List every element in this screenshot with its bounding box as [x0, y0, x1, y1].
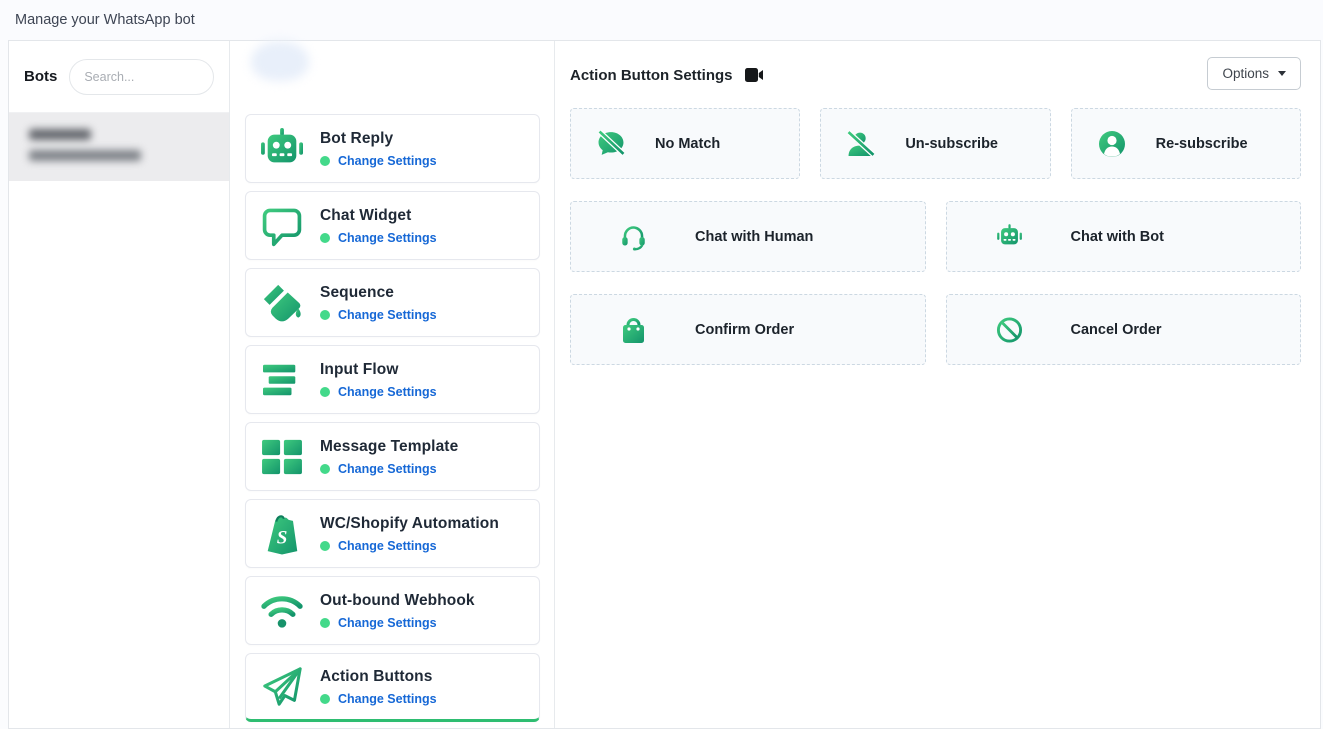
change-settings-link[interactable]: Change Settings	[338, 539, 437, 553]
robot-icon	[996, 224, 1023, 249]
options-button-label: Options	[1222, 66, 1269, 81]
change-settings-link[interactable]: Change Settings	[338, 385, 437, 399]
feature-title: Chat Widget	[320, 207, 437, 225]
feature-title: Action Buttons	[320, 668, 437, 686]
change-settings-link[interactable]: Change Settings	[338, 231, 437, 245]
feature-title: Sequence	[320, 284, 437, 302]
action-card-no-match[interactable]: No Match	[570, 108, 800, 179]
status-dot	[320, 387, 330, 397]
shopify-bag-icon: S	[257, 511, 307, 557]
action-card-confirm-order[interactable]: Confirm Order	[570, 294, 926, 365]
change-settings-link[interactable]: Change Settings	[338, 462, 437, 476]
bars-icon	[257, 357, 307, 403]
shopping-bag-icon	[620, 316, 647, 344]
feature-card-wc-shopify-automation[interactable]: S WC/Shopify Automation Change Settings	[245, 499, 540, 568]
feature-card-bot-reply[interactable]: Bot Reply Change Settings	[245, 114, 540, 183]
panel-title: Action Button Settings	[570, 67, 732, 84]
action-label: Cancel Order	[1071, 322, 1162, 338]
feature-title: Input Flow	[320, 361, 437, 379]
bot-list-item[interactable]	[9, 113, 229, 181]
main-card: Bots Bot	[8, 40, 1321, 729]
page-title: Manage your WhatsApp bot	[15, 12, 195, 28]
status-dot	[320, 694, 330, 704]
action-label: Confirm Order	[695, 322, 794, 338]
action-card-chat-with-bot[interactable]: Chat with Bot	[946, 201, 1302, 272]
feature-title: Bot Reply	[320, 130, 437, 148]
feature-card-outbound-webhook[interactable]: Out-bound Webhook Change Settings	[245, 576, 540, 645]
redacted-bot-number	[29, 150, 141, 161]
headset-icon	[620, 223, 647, 251]
feature-card-input-flow[interactable]: Input Flow Change Settings	[245, 345, 540, 414]
bot-search-input[interactable]	[69, 59, 214, 95]
action-button-settings-panel: Action Button Settings Options	[555, 41, 1320, 728]
status-dot	[320, 541, 330, 551]
options-button[interactable]: Options	[1207, 57, 1301, 90]
action-card-chat-with-human[interactable]: Chat with Human	[570, 201, 926, 272]
sidebar-header: Bots	[9, 41, 229, 113]
change-settings-link[interactable]: Change Settings	[338, 692, 437, 706]
action-card-re-subscribe[interactable]: Re-subscribe	[1071, 108, 1301, 179]
feature-title: Out-bound Webhook	[320, 592, 475, 610]
sidebar-heading: Bots	[24, 68, 57, 85]
comment-slash-icon	[596, 130, 626, 157]
feature-title: Message Template	[320, 438, 458, 456]
change-settings-link[interactable]: Change Settings	[338, 616, 437, 630]
ban-icon	[996, 316, 1023, 344]
redacted-bot-name	[29, 129, 91, 140]
fill-drip-icon	[257, 280, 307, 326]
action-label: Chat with Human	[695, 229, 813, 245]
action-label: Chat with Bot	[1071, 229, 1164, 245]
grid-squares-icon	[257, 434, 307, 480]
action-label: No Match	[655, 136, 720, 152]
chevron-down-icon	[1278, 71, 1286, 76]
video-camera-icon[interactable]	[745, 68, 763, 82]
feature-title: WC/Shopify Automation	[320, 515, 499, 533]
status-dot	[320, 156, 330, 166]
action-label: Un-subscribe	[905, 136, 998, 152]
change-settings-link[interactable]: Change Settings	[338, 308, 437, 322]
change-settings-link[interactable]: Change Settings	[338, 154, 437, 168]
user-slash-icon	[846, 130, 876, 157]
wifi-icon	[257, 588, 307, 634]
status-dot	[320, 310, 330, 320]
svg-text:S: S	[277, 527, 288, 548]
sidebar: Bots	[9, 41, 230, 728]
user-circle-icon	[1097, 130, 1127, 158]
feature-card-chat-widget[interactable]: Chat Widget Change Settings	[245, 191, 540, 260]
status-dot	[320, 233, 330, 243]
feature-card-action-buttons[interactable]: Action Buttons Change Settings	[245, 653, 540, 722]
chat-bubble-icon	[257, 203, 307, 249]
blurred-blob	[251, 41, 309, 81]
feature-card-message-template[interactable]: Message Template Change Settings	[245, 422, 540, 491]
paper-plane-icon	[257, 664, 307, 710]
feature-card-sequence[interactable]: Sequence Change Settings	[245, 268, 540, 337]
feature-list: Bot Reply Change Settings Chat Widget Ch…	[230, 41, 555, 728]
action-card-un-subscribe[interactable]: Un-subscribe	[820, 108, 1050, 179]
status-dot	[320, 618, 330, 628]
robot-icon	[257, 126, 307, 172]
action-card-cancel-order[interactable]: Cancel Order	[946, 294, 1302, 365]
action-label: Re-subscribe	[1156, 136, 1248, 152]
top-bar: Manage your WhatsApp bot	[0, 0, 1323, 40]
status-dot	[320, 464, 330, 474]
